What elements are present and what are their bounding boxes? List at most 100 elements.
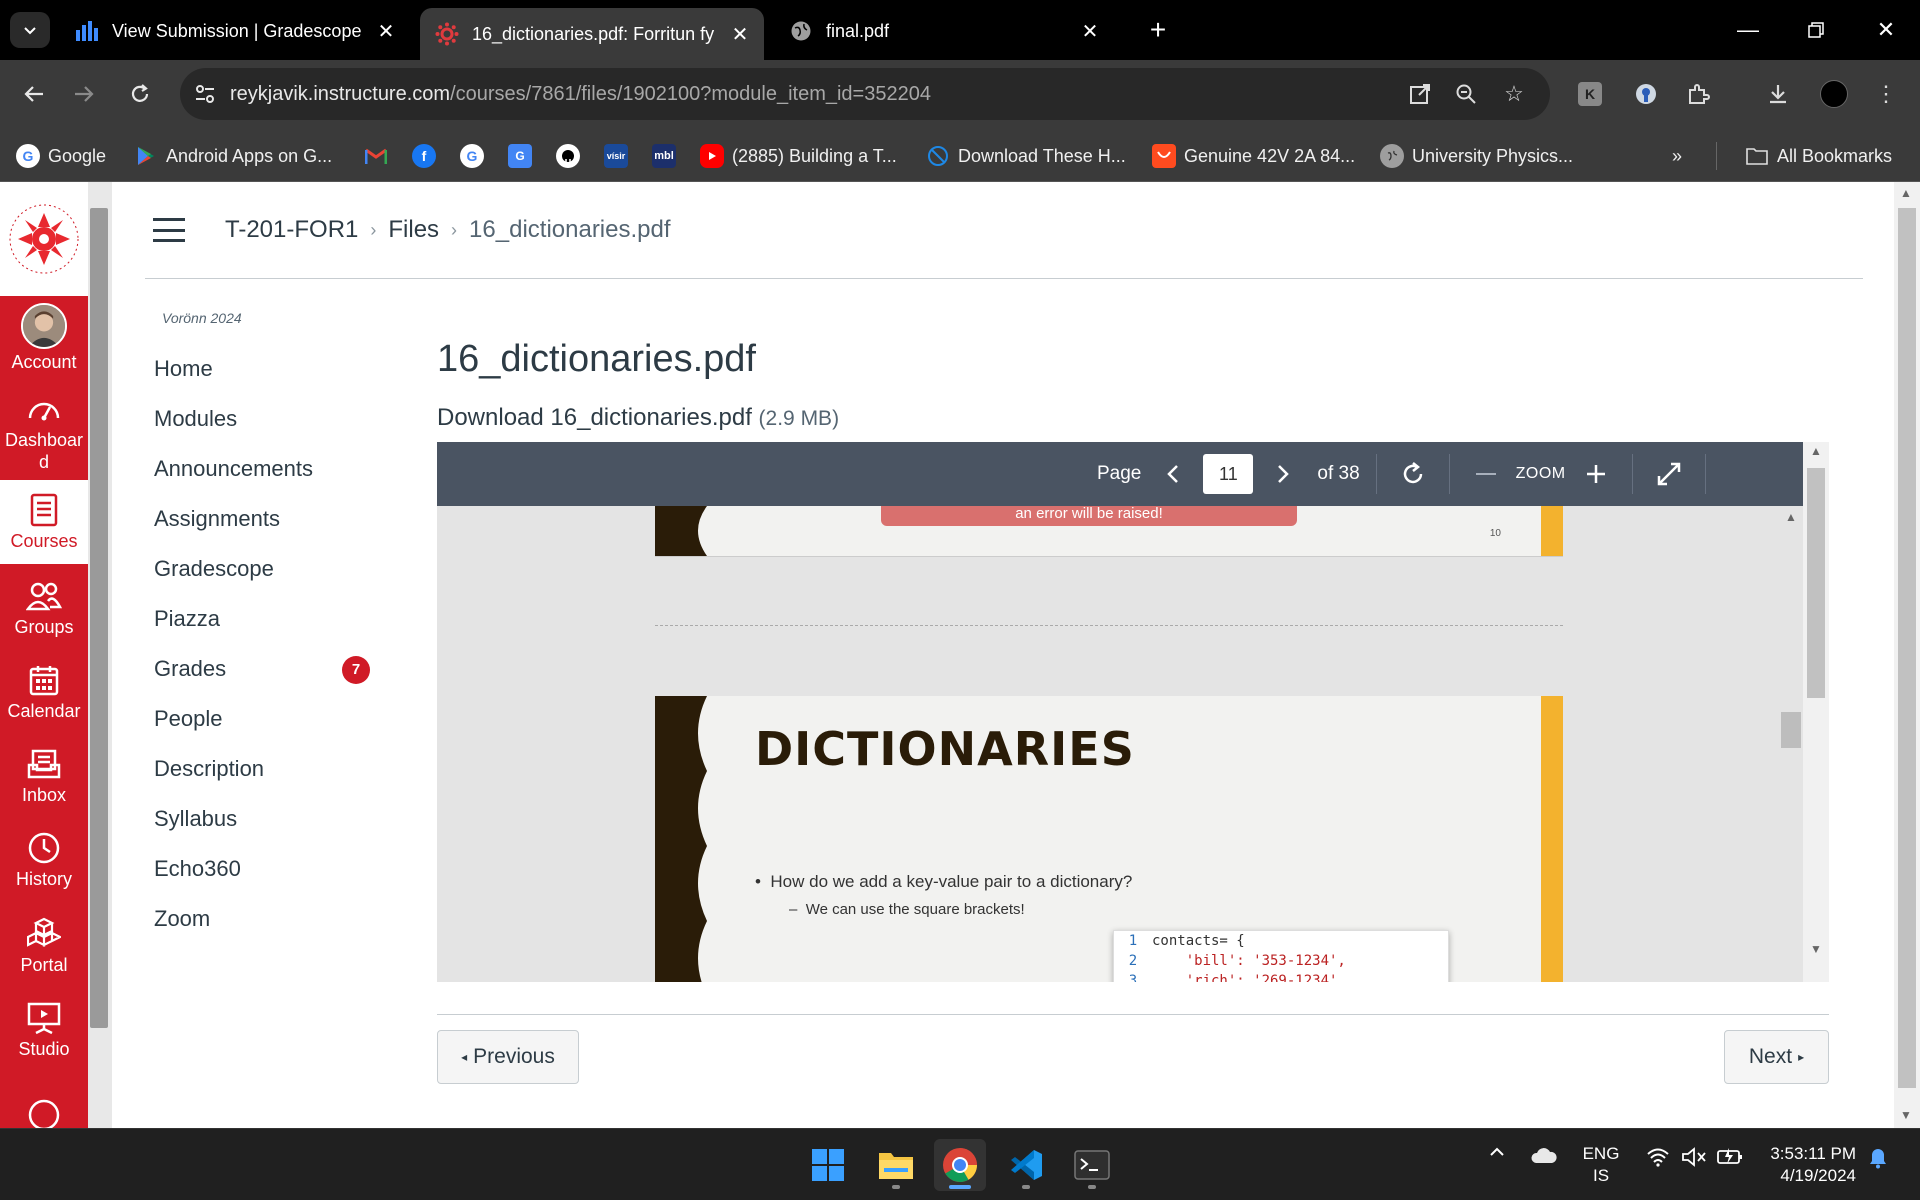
inner-scroll-thumb[interactable]	[1781, 712, 1801, 748]
nav-dashboard[interactable]: Dashboard	[0, 384, 88, 480]
hamburger-menu-icon[interactable]	[153, 218, 185, 242]
download-link[interactable]: Download 16_dictionaries.pdf (2.9 MB)	[437, 404, 839, 432]
scroll-up-arrow-icon[interactable]: ▲	[1809, 444, 1823, 458]
forward-arrow-icon[interactable]	[64, 74, 104, 114]
nav-calendar[interactable]: Calendar	[0, 650, 88, 734]
tab-final-pdf[interactable]: final.pdf ✕	[774, 8, 1114, 54]
site-info-icon[interactable]	[180, 83, 230, 105]
notification-bell-icon[interactable]	[1864, 1147, 1892, 1169]
taskbar-vscode[interactable]	[1000, 1139, 1052, 1191]
bookmark-star-icon[interactable]: ☆	[1498, 78, 1530, 110]
next-page-chevron-icon[interactable]	[1263, 454, 1303, 494]
minimize-icon[interactable]: —	[1728, 10, 1768, 50]
scroll-up-arrow-icon[interactable]: ▲	[1900, 186, 1912, 200]
bookmark-youtube[interactable]: (2885) Building a T...	[700, 142, 897, 170]
course-nav-assignments[interactable]: Assignments	[150, 494, 380, 544]
course-nav-piazza[interactable]: Piazza	[150, 594, 380, 644]
nav-groups[interactable]: Groups	[0, 566, 88, 650]
zoom-icon[interactable]	[1450, 78, 1482, 110]
download-icon[interactable]	[1758, 74, 1798, 114]
next-button[interactable]: Next ▸	[1724, 1030, 1829, 1084]
reykjavik-university-logo[interactable]	[0, 182, 88, 296]
profile-avatar[interactable]	[1814, 74, 1854, 114]
tab-dictionaries-pdf[interactable]: 16_dictionaries.pdf: Forritun fy ✕	[420, 8, 764, 60]
battery-charging-icon[interactable]	[1716, 1147, 1744, 1165]
bookmark-android-apps[interactable]: Android Apps on G...	[134, 142, 332, 170]
nav-history[interactable]: History	[0, 818, 88, 902]
scrollbar-thumb[interactable]	[1898, 208, 1916, 1088]
extensions-puzzle-icon[interactable]	[1678, 74, 1718, 114]
breadcrumb-files[interactable]: Files	[388, 216, 439, 244]
bookmarks-overflow-icon[interactable]: »	[1672, 142, 1682, 170]
tab-gradescope[interactable]: View Submission | Gradescope ✕	[60, 8, 410, 54]
address-bar[interactable]: reykjavik.instructure.com/courses/7861/f…	[180, 68, 1550, 120]
menu-kebab-icon[interactable]: ⋮	[1866, 74, 1906, 114]
bookmark-google-2[interactable]: G	[460, 142, 492, 170]
scrollbar-thumb[interactable]	[90, 208, 108, 1028]
pdf-scrollbar[interactable]: ▲ ▼	[1803, 442, 1829, 982]
wifi-icon[interactable]	[1644, 1147, 1672, 1167]
fullscreen-icon[interactable]	[1649, 454, 1689, 494]
course-nav-announcements[interactable]: Announcements	[150, 444, 380, 494]
previous-page-chevron-icon[interactable]	[1153, 454, 1193, 494]
all-bookmarks-button[interactable]: All Bookmarks	[1716, 142, 1892, 170]
course-nav-zoom[interactable]: Zoom	[150, 894, 380, 944]
taskbar-terminal[interactable]	[1066, 1139, 1118, 1191]
input-language-indicator[interactable]: ENG IS	[1576, 1143, 1626, 1187]
close-window-icon[interactable]: ✕	[1866, 10, 1906, 50]
clock[interactable]: 3:53:11 PM 4/19/2024	[1756, 1143, 1856, 1187]
zoom-out-icon[interactable]	[1466, 454, 1506, 494]
page-scrollbar[interactable]: ▲ ▼	[1894, 182, 1920, 1128]
course-nav-people[interactable]: People	[150, 694, 380, 744]
scroll-down-arrow-icon[interactable]: ▼	[1809, 942, 1823, 956]
new-tab-button[interactable]: +	[1140, 12, 1176, 48]
course-nav-gradescope[interactable]: Gradescope	[150, 544, 380, 594]
extension-password-icon[interactable]	[1626, 74, 1666, 114]
onedrive-icon[interactable]	[1528, 1147, 1560, 1165]
speaker-muted-icon[interactable]	[1680, 1147, 1708, 1167]
bookmark-github[interactable]	[556, 142, 588, 170]
global-nav-scrollbar[interactable]	[88, 182, 112, 1128]
course-nav-home[interactable]: Home	[150, 344, 380, 394]
inner-scroll-up-icon[interactable]: ▲	[1785, 510, 1797, 524]
taskbar-chrome[interactable]	[934, 1139, 986, 1191]
taskbar-file-explorer[interactable]	[870, 1139, 922, 1191]
chevron-up-icon[interactable]	[1482, 1147, 1512, 1157]
course-nav-grades[interactable]: Grades 7	[150, 644, 380, 694]
bookmark-mbl[interactable]: mbl	[652, 142, 684, 170]
open-in-new-icon[interactable]	[1404, 78, 1436, 110]
bookmark-google[interactable]: G Google	[16, 142, 106, 170]
breadcrumb-course[interactable]: T-201-FOR1	[225, 216, 358, 244]
course-nav-echo360[interactable]: Echo360	[150, 844, 380, 894]
tab-search-button[interactable]	[10, 12, 50, 48]
course-nav-modules[interactable]: Modules	[150, 394, 380, 444]
nav-studio[interactable]: Studio	[0, 988, 88, 1072]
bookmark-visir[interactable]: vísir	[604, 142, 636, 170]
course-nav-syllabus[interactable]: Syllabus	[150, 794, 380, 844]
reload-icon[interactable]	[120, 74, 160, 114]
scrollbar-thumb[interactable]	[1807, 468, 1825, 698]
extension-k-icon[interactable]: K	[1570, 74, 1610, 114]
close-icon[interactable]: ✕	[376, 19, 396, 44]
restore-icon[interactable]	[1796, 10, 1836, 50]
bookmark-gmail[interactable]	[364, 142, 396, 170]
nav-inbox[interactable]: Inbox	[0, 734, 88, 818]
page-number-input[interactable]: 11	[1203, 454, 1254, 494]
bookmark-download-these[interactable]: Download These H...	[926, 142, 1126, 170]
bookmark-translate[interactable]: G	[508, 142, 540, 170]
nav-portal[interactable]: Portal	[0, 904, 88, 988]
start-button[interactable]	[802, 1139, 854, 1191]
nav-help[interactable]	[0, 1074, 88, 1128]
nav-account[interactable]: Account	[0, 296, 88, 380]
rotate-icon[interactable]	[1393, 454, 1433, 494]
close-icon[interactable]: ✕	[730, 22, 750, 47]
bookmark-facebook[interactable]: f	[412, 142, 444, 170]
previous-button[interactable]: ◂ Previous	[437, 1030, 579, 1084]
bookmark-genuine[interactable]: Genuine 42V 2A 84...	[1152, 142, 1355, 170]
back-arrow-icon[interactable]	[14, 74, 54, 114]
course-nav-description[interactable]: Description	[150, 744, 380, 794]
bookmark-university-physics[interactable]: University Physics...	[1380, 142, 1573, 170]
zoom-in-icon[interactable]	[1576, 454, 1616, 494]
close-icon[interactable]: ✕	[1080, 19, 1100, 44]
scroll-down-arrow-icon[interactable]: ▼	[1900, 1108, 1912, 1122]
